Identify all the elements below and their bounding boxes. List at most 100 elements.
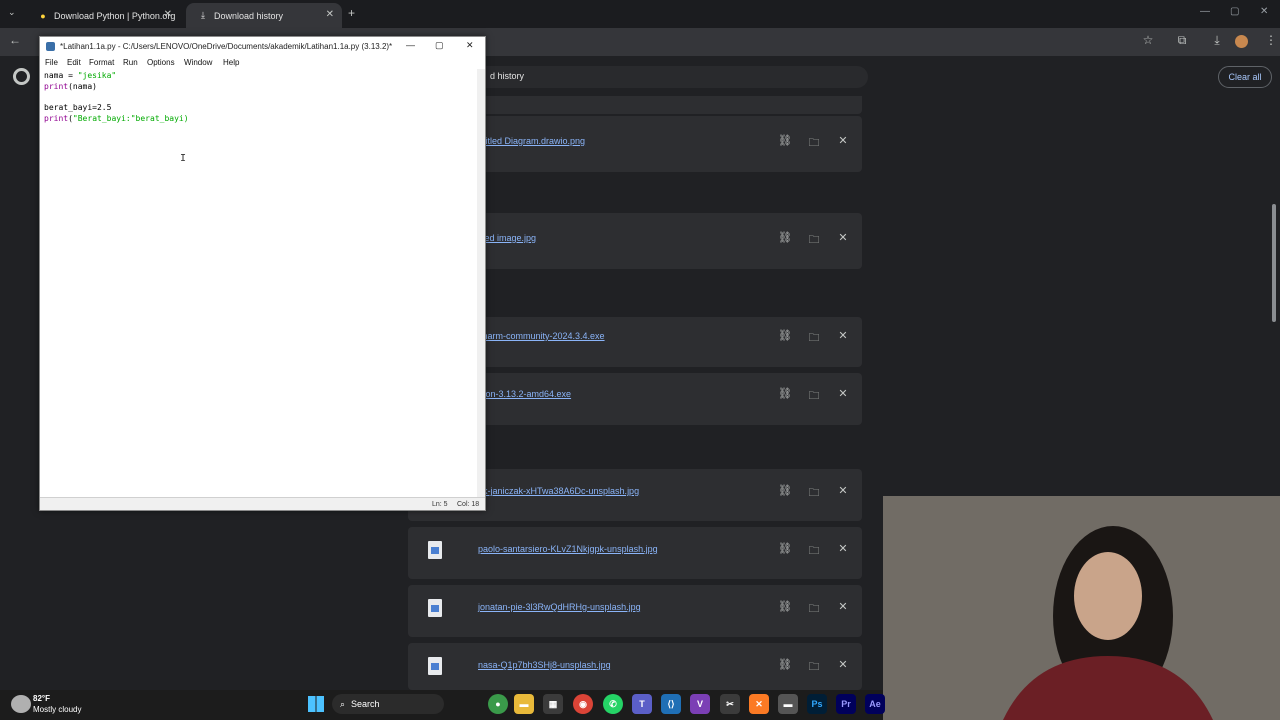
folder-icon[interactable]: 🗀: [807, 231, 821, 250]
python-favicon-icon: ●: [40, 10, 46, 21]
image-file-icon: [428, 541, 442, 559]
copy-link-icon[interactable]: ⛓: [778, 484, 792, 497]
chrome-logo-icon: [13, 68, 30, 85]
new-tab-icon[interactable]: +: [348, 6, 355, 20]
chrome-icon[interactable]: ◉: [573, 694, 593, 714]
menu-format[interactable]: Format: [89, 58, 114, 67]
remove-icon[interactable]: ✕: [836, 231, 850, 244]
copy-link-icon[interactable]: ⛓: [778, 231, 792, 244]
folder-icon[interactable]: 🗀: [807, 484, 821, 503]
idle-title-bar[interactable]: *Latihan1.1a.py - C:/Users/LENOVO/OneDri…: [40, 37, 485, 56]
scroll-thumb[interactable]: [1272, 204, 1276, 322]
menu-file[interactable]: File: [45, 58, 58, 67]
downloads-icon[interactable]: ⤓: [1208, 33, 1226, 48]
folder-icon[interactable]: 🗀: [807, 658, 821, 677]
menu-edit[interactable]: Edit: [67, 58, 81, 67]
folder-icon[interactable]: 🗀: [807, 329, 821, 348]
code-editor[interactable]: nama = "jesika" print(nama) berat_bayi=2…: [40, 69, 485, 497]
folder-icon[interactable]: 🗀: [807, 134, 821, 153]
xampp-icon[interactable]: ✕: [749, 694, 769, 714]
file-link[interactable]: paolo-santarsiero-KLvZ1Nkjgpk-unsplash.j…: [478, 544, 658, 554]
copy-link-icon[interactable]: ⛓: [778, 600, 792, 613]
idle-editor-window: *Latihan1.1a.py - C:/Users/LENOVO/OneDri…: [39, 36, 486, 511]
copy-link-icon[interactable]: ⛓: [778, 542, 792, 555]
close-tab-icon[interactable]: ✕: [326, 9, 334, 20]
menu-kebab-icon[interactable]: ⋮: [1262, 33, 1280, 47]
whatsapp-icon[interactable]: ✆: [603, 694, 623, 714]
text-cursor-icon: I: [180, 153, 187, 164]
windows-start-icon[interactable]: [308, 696, 324, 712]
file-link[interactable]: thon-3.13.2-amd64.exe: [478, 389, 571, 399]
tab-search-chevron-icon[interactable]: ⌄: [8, 7, 16, 18]
vscode-icon[interactable]: ⟨⟩: [661, 694, 681, 714]
teams-icon[interactable]: T: [632, 694, 652, 714]
list-item[interactable]: paolo-santarsiero-KLvZ1Nkjgpk-unsplash.j…: [408, 527, 862, 579]
file-link[interactable]: itled image.jpg: [478, 233, 536, 243]
file-explorer-icon[interactable]: ▬: [514, 694, 534, 714]
menu-options[interactable]: Options: [147, 58, 175, 67]
taskbar-search[interactable]: ⌕ Search: [332, 694, 444, 714]
menu-window[interactable]: Window: [184, 58, 212, 67]
snipping-tool-icon[interactable]: ✂: [720, 694, 740, 714]
back-icon[interactable]: ←: [6, 33, 24, 47]
photoshop-icon[interactable]: Ps: [807, 694, 827, 714]
copy-link-icon[interactable]: ⛓: [778, 329, 792, 342]
file-link[interactable]: nasa-Q1p7bh3SHj8-unsplash.jpg: [478, 660, 611, 670]
person-image: [883, 496, 1280, 720]
clear-all-button[interactable]: Clear all: [1218, 66, 1272, 88]
image-file-icon: [428, 657, 442, 675]
store-icon[interactable]: ▦: [543, 694, 563, 714]
weather-temp[interactable]: 82°F: [33, 694, 50, 703]
file-link[interactable]: ek-janiczak-xHTwa38A6Dc-unsplash.jpg: [478, 486, 639, 496]
maximize-icon[interactable]: ▢: [435, 40, 444, 51]
copy-link-icon[interactable]: ⛓: [778, 387, 792, 400]
chrome-app-icon[interactable]: ●: [488, 694, 508, 714]
folder-icon[interactable]: 🗀: [807, 387, 821, 406]
tab-download-history[interactable]: ⤓ Download history ✕: [186, 3, 342, 28]
avatar[interactable]: [1235, 35, 1248, 48]
download-icon: ⤓: [201, 10, 205, 20]
remove-icon[interactable]: ✕: [836, 658, 850, 671]
folder-icon[interactable]: 🗀: [807, 600, 821, 619]
remove-icon[interactable]: ✕: [836, 484, 850, 497]
premiere-icon[interactable]: Pr: [836, 694, 856, 714]
restore-icon[interactable]: ▢: [1230, 6, 1239, 17]
code-line-5: print("Berat_bayi:"berat_bayi): [44, 114, 189, 123]
file-link[interactable]: ntitled Diagram.drawio.png: [478, 136, 585, 146]
minimize-icon[interactable]: —: [1200, 6, 1210, 17]
copy-link-icon[interactable]: ⛓: [778, 134, 792, 147]
search-icon: ⌕: [340, 698, 346, 709]
remove-icon[interactable]: ✕: [836, 542, 850, 555]
copy-link-icon[interactable]: ⛓: [778, 658, 792, 671]
file-link[interactable]: charm-community-2024.3.4.exe: [478, 331, 605, 341]
bookmark-star-icon[interactable]: ☆: [1139, 33, 1157, 47]
close-window-icon[interactable]: ✕: [1260, 6, 1268, 17]
menu-run[interactable]: Run: [123, 58, 138, 67]
folder-icon[interactable]: 🗀: [807, 542, 821, 561]
tab-label: Download Python | Python.org: [54, 10, 176, 21]
col-indicator: Col: 18: [457, 501, 480, 508]
minimize-icon[interactable]: —: [406, 40, 415, 50]
page-title: d history: [490, 71, 525, 81]
remove-icon[interactable]: ✕: [836, 600, 850, 613]
tab-python-org[interactable]: ● Download Python | Python.org ✕: [26, 3, 180, 28]
remove-icon[interactable]: ✕: [836, 134, 850, 147]
extensions-icon[interactable]: ⧉: [1173, 33, 1191, 48]
weather-icon[interactable]: [11, 695, 31, 713]
code-line-2: print(nama): [44, 82, 97, 91]
remove-icon[interactable]: ✕: [836, 329, 850, 342]
list-item[interactable]: nasa-Q1p7bh3SHj8-unsplash.jpg ⛓ 🗀 ✕: [408, 643, 862, 690]
menu-help[interactable]: Help: [223, 58, 239, 67]
file-link[interactable]: jonatan-pie-3l3RwQdHRHg-unsplash.jpg: [478, 602, 641, 612]
close-tab-icon[interactable]: ✕: [164, 9, 172, 20]
remove-icon[interactable]: ✕: [836, 387, 850, 400]
editor-scrollbar[interactable]: [477, 69, 485, 497]
visual-studio-icon[interactable]: V: [690, 694, 710, 714]
pill-app-icon[interactable]: ▬: [778, 694, 798, 714]
close-icon[interactable]: ✕: [466, 40, 474, 51]
after-effects-icon[interactable]: Ae: [865, 694, 885, 714]
weather-desc[interactable]: Mostly cloudy: [33, 705, 81, 714]
list-item[interactable]: jonatan-pie-3l3RwQdHRHg-unsplash.jpg ⛓ 🗀…: [408, 585, 862, 637]
code-line-4: berat_bayi=2.5: [44, 103, 112, 112]
tab-label: Download history: [214, 10, 284, 21]
